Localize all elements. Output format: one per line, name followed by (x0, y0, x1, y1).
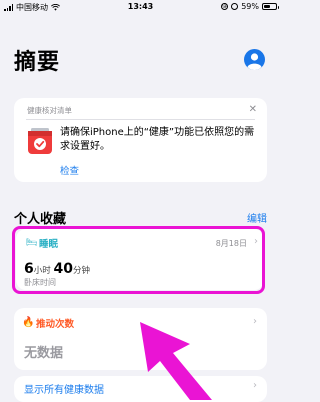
divider (26, 119, 255, 120)
steps-empty-text: 无数据 (24, 346, 64, 361)
checklist-heading: 健康核对清单 (27, 106, 72, 115)
show-all-label: 显示所有健康数据 (24, 385, 104, 396)
battery-icon (262, 3, 279, 10)
health-checklist-icon (28, 128, 52, 154)
flame-icon: 🔥 (22, 317, 35, 328)
steps-card[interactable]: 🔥 推动次数 › 无数据 (14, 308, 267, 370)
alarm-icon (231, 3, 239, 10)
close-icon[interactable]: ✕ (249, 104, 257, 115)
favorites-title: 个人收藏 (14, 212, 67, 227)
battery-fill (264, 5, 271, 8)
orientation-lock-icon: @ (221, 3, 229, 10)
edit-button[interactable]: 编辑 (247, 210, 267, 225)
chevron-right-icon: › (253, 316, 257, 327)
person-icon (247, 53, 262, 70)
health-checklist-card[interactable]: 健康核对清单 ✕ 请确保iPhone上的“健康”功能已依照您的需求设置好。 检查 (14, 98, 267, 182)
profile-avatar-button[interactable] (244, 49, 265, 70)
page-title: 摘要 (14, 50, 61, 75)
chevron-right-icon: › (253, 380, 257, 391)
highlight-frame (12, 226, 265, 294)
battery-percent: 59% (241, 2, 259, 11)
check-link[interactable]: 检查 (60, 163, 79, 177)
status-bar: 中国移动 13:43 @ 59% (0, 0, 281, 14)
steps-label: 推动次数 (36, 319, 75, 330)
checklist-message: 请确保iPhone上的“健康”功能已依照您的需求设置好。 (60, 127, 255, 152)
status-right: @ 59% (221, 2, 279, 11)
show-all-health-data-row[interactable]: 显示所有健康数据 › (14, 376, 267, 402)
